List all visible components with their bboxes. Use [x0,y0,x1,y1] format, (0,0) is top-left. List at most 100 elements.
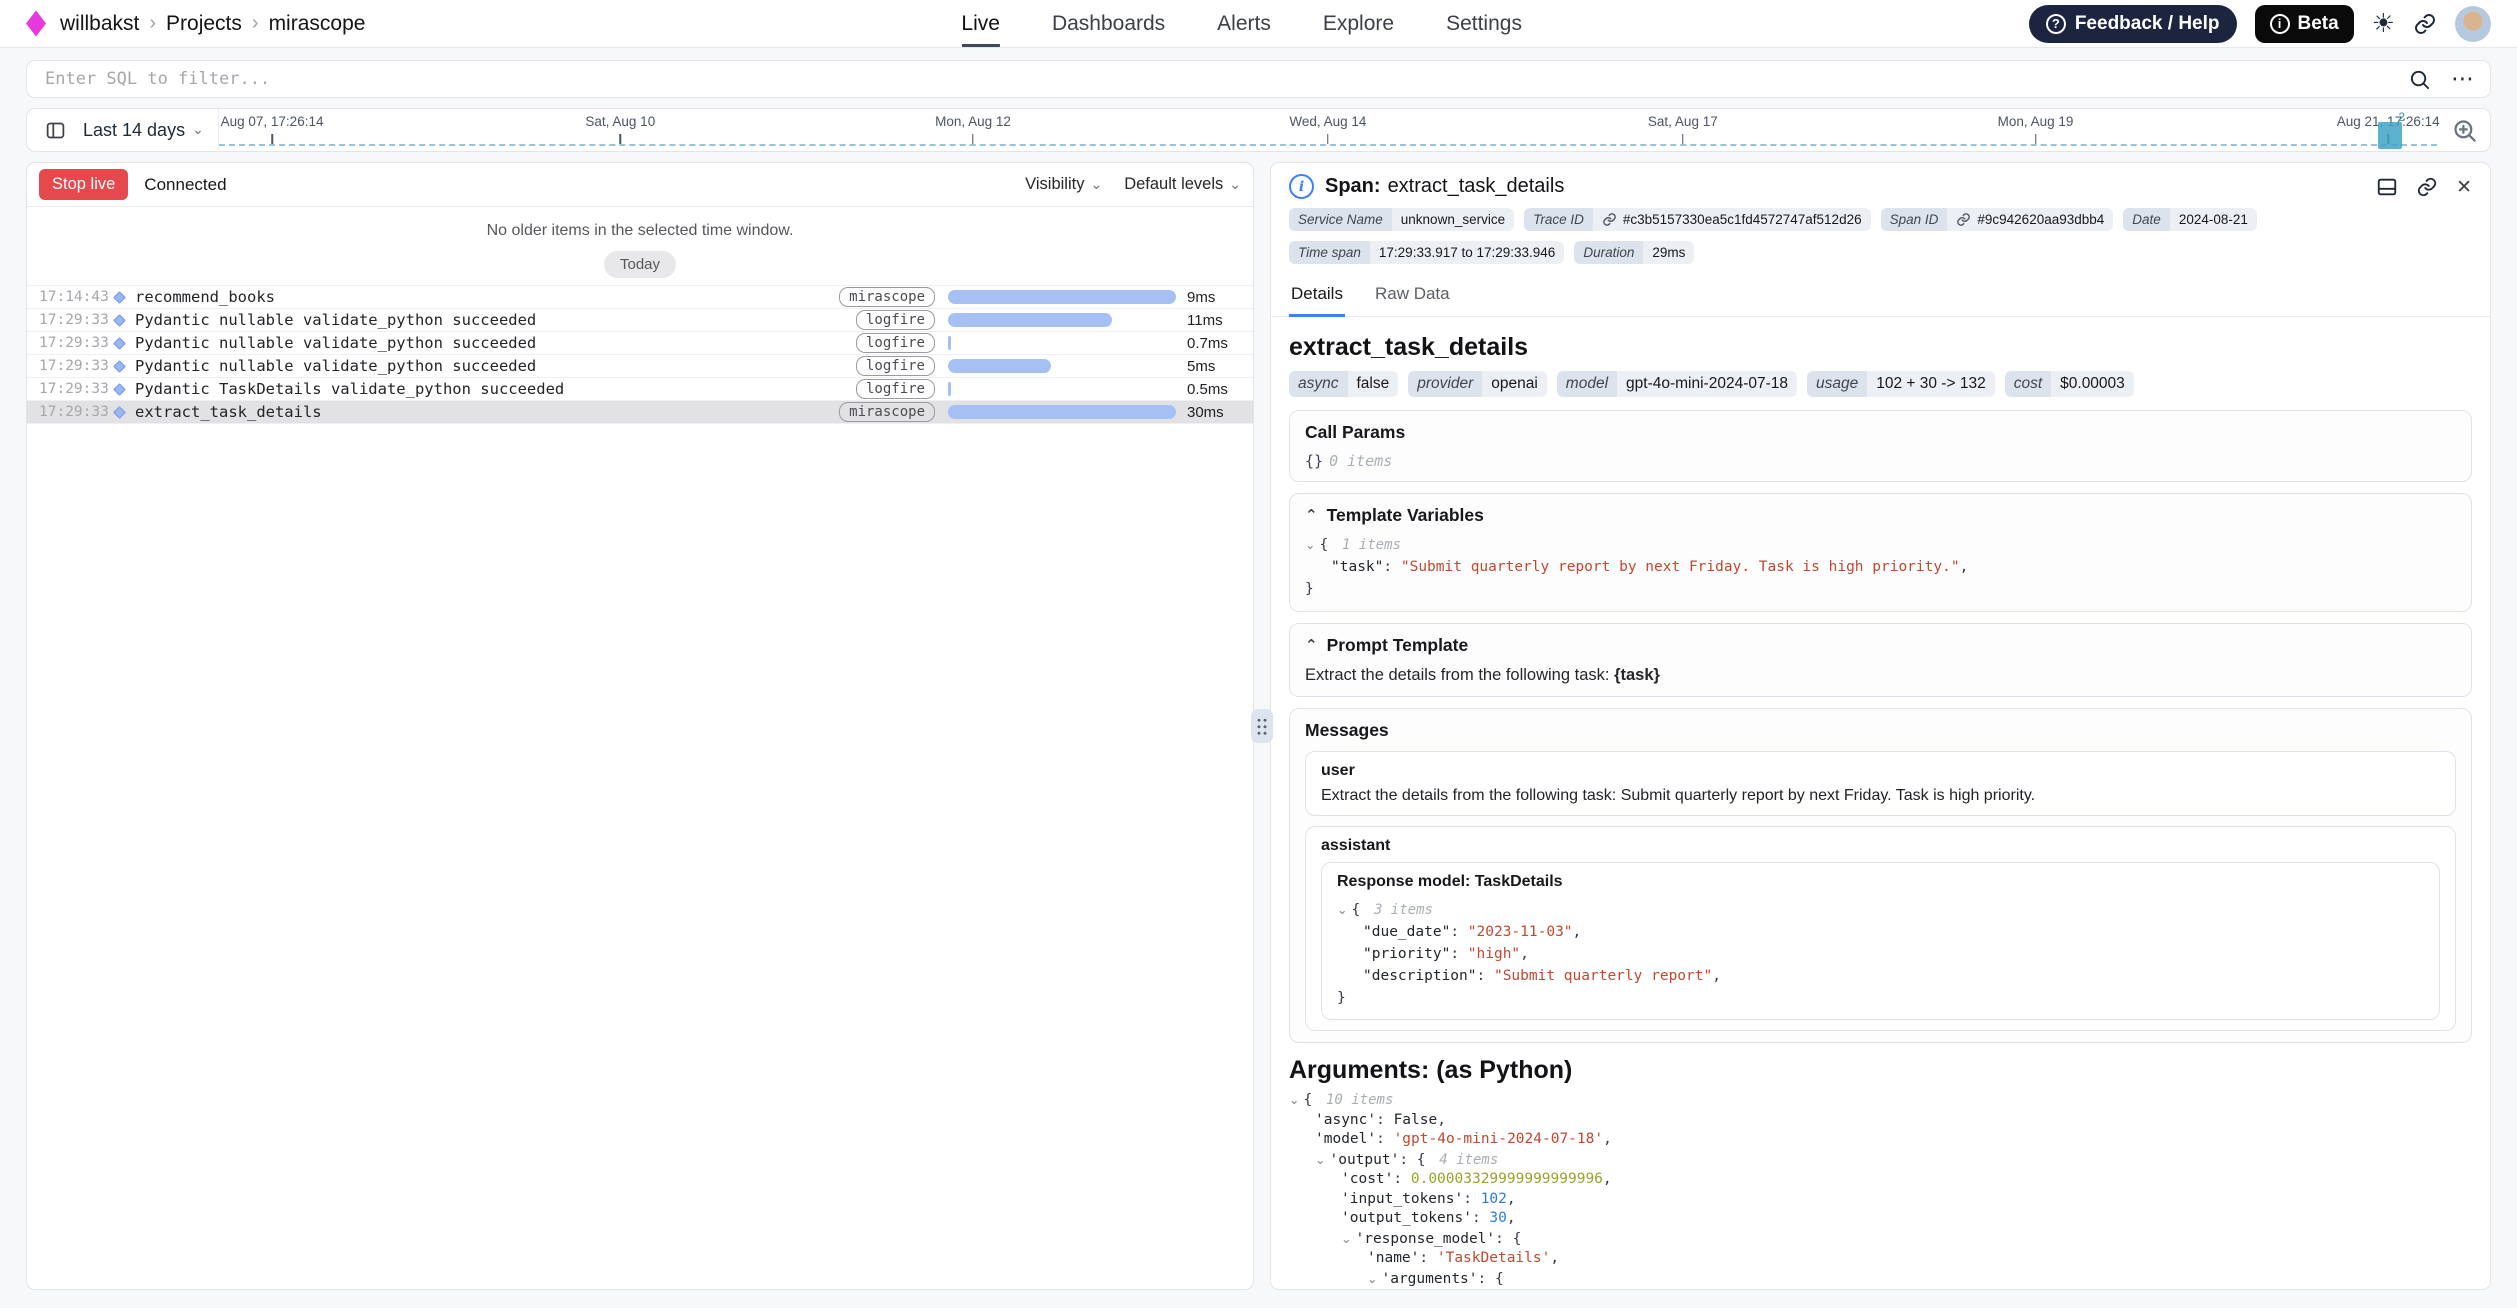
breadcrumb-item-Projects[interactable]: Projects [166,12,242,36]
link-icon[interactable] [1956,212,1971,227]
tab-alerts[interactable]: Alerts [1217,0,1271,47]
collapse-toggle-icon[interactable]: ⌄ [1341,1231,1351,1246]
trace-row-timestamp: 17:29:33 [39,312,113,328]
beta-badge[interactable]: i Beta [2255,5,2354,43]
app-root: willbakst›Projects›mirascope LiveDashboa… [0,0,2517,1290]
span-kind-icon [113,406,126,419]
json-token-punc: , [1507,1210,1516,1226]
timeline-zoom-icon[interactable] [2437,109,2478,151]
theme-toggle-icon[interactable]: ☀ [2372,11,2395,37]
badge-label: async [1289,371,1348,397]
live-view-panel: Stop live Connected Visibility ⌄ Default… [26,162,1254,1290]
tab-explore[interactable]: Explore [1323,0,1394,47]
trace-row-duration: 30ms [1187,404,1243,421]
trace-row[interactable]: 17:29:33Pydantic nullable validate_pytho… [27,332,1253,355]
json-token-key: 'input_tokens' [1341,1191,1463,1207]
trace-row-duration-bar [948,359,1051,373]
json-token-str: "2023-11-03" [1468,924,1573,940]
json-line: "description": "Submit quarterly report"… [1337,965,2424,987]
timeline-track[interactable]: Aug 07, 17:26:14Sat, Aug 10Mon, Aug 12We… [218,109,2437,151]
tab-dashboards[interactable]: Dashboards [1052,0,1165,47]
more-options-icon[interactable]: ⋯ [2451,68,2474,91]
arguments-heading: Arguments: (as Python) [1289,1056,2472,1085]
panel-resize-handle[interactable] [1251,709,1273,743]
trace-row-tag: mirascope [839,287,935,307]
json-token-punc: : [1376,1112,1393,1128]
trace-row[interactable]: 17:29:33extract_task_detailsmirascope30m… [27,401,1253,424]
close-icon[interactable]: ✕ [2456,176,2472,198]
trace-row[interactable]: 17:29:33Pydantic TaskDetails validate_py… [27,378,1253,401]
link-icon[interactable] [1602,212,1617,227]
timeline-tick-label: Sat, Aug 17 [1648,114,1718,129]
feedback-help-label: Feedback / Help [2075,13,2220,35]
trace-row[interactable]: 17:14:43recommend_booksmirascope9ms [27,286,1253,309]
span-name-heading: extract_task_details [1289,333,2472,362]
span-tab-details[interactable]: Details [1289,276,1345,317]
json-token-punc: } [1305,581,1314,597]
default-levels-select[interactable]: Default levels ⌄ [1124,175,1241,194]
json-token-punc: , [1550,1250,1559,1266]
json-token-punc: : { [1495,1231,1521,1247]
search-icon[interactable] [2408,68,2431,91]
prompt-template-text: Extract the details from the following t… [1305,666,2456,685]
json-token-bool: False [1394,1112,1438,1128]
timeline-tick-label: Wed, Aug 14 [1289,114,1366,129]
arguments-python-json: ⌄{ 10 items'async': False,'model': 'gpt-… [1289,1090,2472,1289]
tab-live[interactable]: Live [961,0,1000,47]
trace-row-duration: 9ms [1187,289,1243,306]
main-area: Stop live Connected Visibility ⌄ Default… [26,162,2491,1290]
live-panel-header: Stop live Connected Visibility ⌄ Default… [27,163,1253,207]
json-token-key: 'async' [1315,1112,1376,1128]
json-token-punc: , [1712,968,1721,984]
breadcrumb-item-mirascope[interactable]: mirascope [269,12,366,36]
tab-settings[interactable]: Settings [1446,0,1522,47]
trace-row-name: recommend_books [135,288,275,306]
chevron-down-icon: ⌄ [192,123,204,137]
collapse-toggle-icon[interactable]: ⌄ [1305,537,1315,552]
sql-filter-input[interactable] [43,68,2408,90]
stop-live-button[interactable]: Stop live [39,169,128,200]
collapse-toggle-icon[interactable]: ⌄ [1367,1271,1377,1286]
dock-panel-icon[interactable] [2376,176,2398,198]
span-kind-icon [113,314,126,327]
json-token-key: 'output_tokens' [1341,1210,1472,1226]
collapse-toggle-icon[interactable]: ⌄ [1337,902,1347,917]
trace-row-duration-track [948,290,1176,304]
copy-span-link-icon[interactable] [2416,176,2438,198]
avatar[interactable] [2455,6,2491,42]
trace-row-duration-track [948,336,1176,350]
visibility-select[interactable]: Visibility ⌄ [1025,175,1102,194]
span-kind-icon [113,383,126,396]
trace-row-name: Pydantic nullable validate_python succee… [135,311,536,329]
timeline-selection[interactable] [2378,122,2402,149]
prompt-template-variable: {task} [1614,666,1660,684]
json-token-punc: { [1351,902,1368,918]
timeline-tick-label: Aug 07, 17:26:14 [221,114,324,129]
logfire-logo-icon[interactable] [26,11,46,37]
timeline-dashed-line [219,144,2437,146]
meta-badge-duration: Duration29ms [1574,241,1694,264]
sidebar-toggle-icon[interactable] [39,114,71,146]
trace-row[interactable]: 17:29:33Pydantic nullable validate_pytho… [27,355,1253,378]
trace-row[interactable]: 17:29:33 Pydantic nullable validate_pytho… [27,309,1253,332]
json-line: } [1305,578,2456,600]
trace-row-tag: mirascope [839,402,935,422]
collapse-icon[interactable]: ⌃ [1305,638,1318,653]
visibility-label: Visibility [1025,175,1084,194]
collapse-icon[interactable]: ⌃ [1305,508,1318,523]
copy-link-icon[interactable] [2413,12,2437,36]
span-header: i Span:extract_task_details [1271,163,2490,206]
feedback-help-button[interactable]: ? Feedback / Help [2029,5,2237,43]
collapse-toggle-icon[interactable]: ⌄ [1289,1092,1299,1107]
timeline-selection-count: 2 [2398,110,2405,124]
badge-label: cost [2005,371,2051,397]
collapse-toggle-icon[interactable]: ⌄ [1315,1152,1325,1167]
timeline-tick [972,134,974,144]
prompt-template-static: Extract the details from the following t… [1305,666,1614,684]
time-range-select[interactable]: Last 14 days ⌄ [83,120,204,141]
trace-row-timestamp: 17:29:33 [39,358,113,374]
span-tab-raw-data[interactable]: Raw Data [1373,276,1452,317]
breadcrumb-item-willbakst[interactable]: willbakst [60,12,139,36]
json-token-punc: , [1960,559,1969,575]
attr-badge-async: asyncfalse [1289,371,1398,397]
